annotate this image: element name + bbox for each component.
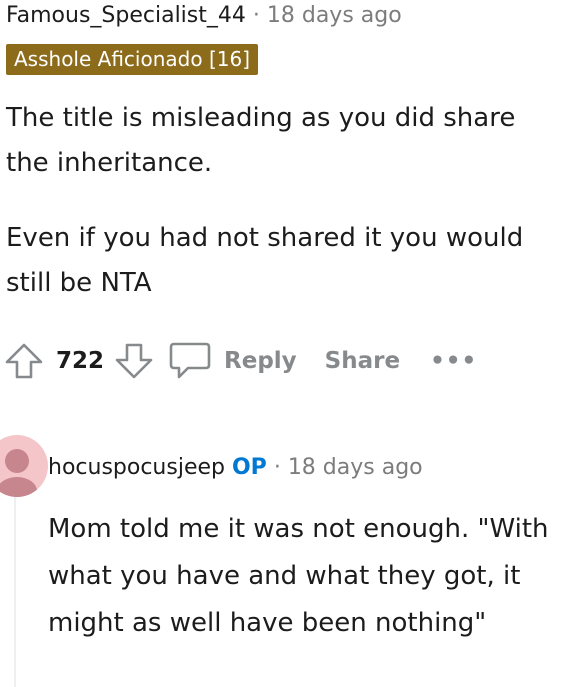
meta-separator: ·	[273, 455, 281, 480]
timestamp[interactable]: 18 days ago	[267, 3, 402, 28]
comment-meta: hocuspocusjeep OP · 18 days ago	[48, 453, 423, 483]
comment-body: Mom told me it was not enough. "With wha…	[48, 514, 549, 638]
avatar[interactable]	[0, 435, 48, 497]
vote-score: 722	[56, 348, 105, 374]
author-name[interactable]: hocuspocusjeep	[48, 455, 225, 480]
comment-paragraph: Even if you had not shared it you would …	[6, 223, 524, 298]
comment-actions: 722 Reply Share •••	[4, 338, 477, 384]
comment-paragraph: The title is misleading as you did share…	[6, 103, 516, 178]
share-button[interactable]: Share	[325, 348, 400, 374]
reply-label: Reply	[224, 348, 297, 374]
comment-meta: Famous_Specialist_44 · 18 days ago	[6, 2, 402, 30]
reply-button[interactable]: Reply	[168, 340, 297, 382]
timestamp[interactable]: 18 days ago	[288, 455, 423, 480]
comment-bubble-icon	[168, 340, 212, 382]
downvote-icon[interactable]	[114, 341, 154, 381]
thread-line[interactable]	[14, 497, 16, 687]
author-name[interactable]: Famous_Specialist_44	[6, 3, 246, 28]
upvote-icon[interactable]	[4, 341, 44, 381]
meta-separator: ·	[252, 3, 260, 28]
user-flair: Asshole Aficionado [16]	[6, 44, 258, 75]
op-badge: OP	[231, 455, 267, 480]
comment-body: The title is misleading as you did share…	[6, 96, 562, 336]
more-options-icon[interactable]: •••	[430, 348, 477, 374]
